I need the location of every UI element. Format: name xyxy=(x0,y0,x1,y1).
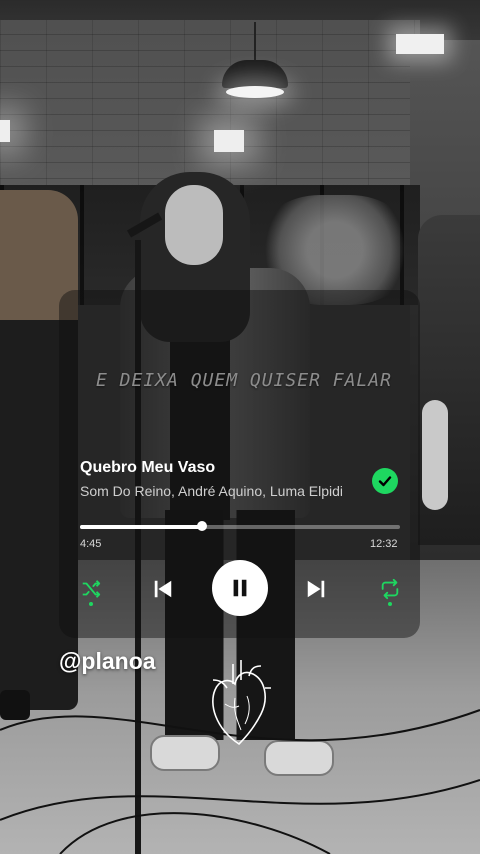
repeat-active-dot xyxy=(388,602,392,606)
track-artists[interactable]: Som Do Reino, André Aquino, Luma Elpidio xyxy=(80,483,342,499)
singer-face xyxy=(165,185,223,265)
elapsed-time: 4:45 xyxy=(80,538,102,550)
username-handle: @planoa xyxy=(59,648,156,674)
progress-thumb[interactable] xyxy=(196,521,207,531)
progress-bar[interactable] xyxy=(80,521,400,531)
track-title[interactable]: Quebro Meu Vaso xyxy=(80,459,215,477)
shuffle-active-dot xyxy=(89,602,93,606)
skip-next-icon xyxy=(307,580,325,598)
repeat-icon xyxy=(381,578,399,600)
skip-previous-icon xyxy=(154,580,172,598)
shuffle-button[interactable] xyxy=(78,576,104,606)
repeat-button[interactable] xyxy=(377,576,403,606)
pause-icon xyxy=(233,579,247,597)
pause-button[interactable] xyxy=(212,560,268,616)
guitar xyxy=(422,400,448,510)
next-button[interactable] xyxy=(303,576,329,602)
ceiling-lamp xyxy=(396,34,444,54)
shuffle-icon xyxy=(82,580,101,598)
previous-button[interactable] xyxy=(150,576,176,602)
wall-lamp xyxy=(214,130,244,152)
brick-wall xyxy=(0,20,420,195)
check-circle-icon[interactable] xyxy=(372,468,398,494)
progress-fill xyxy=(80,525,202,529)
anatomical-heart-icon xyxy=(212,660,271,746)
wall-lamp xyxy=(0,120,10,142)
total-duration: 12:32 xyxy=(370,538,398,550)
